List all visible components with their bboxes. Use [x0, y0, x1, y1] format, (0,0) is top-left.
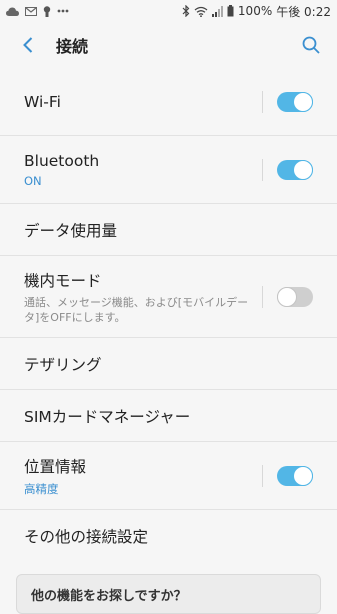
- location-control: [262, 464, 313, 487]
- airplane-texts: 機内モード 通話、メッセージ機能、および[モバイルデータ]をOFFにします。: [24, 269, 254, 325]
- divider: [262, 158, 263, 181]
- wifi-toggle[interactable]: [277, 91, 313, 112]
- bluetooth-status: ON: [24, 173, 42, 188]
- wifi-texts: Wi-Fi: [24, 93, 61, 111]
- cloud-icon: [6, 7, 19, 16]
- tethering-texts: テザリング: [24, 353, 102, 375]
- back-icon[interactable]: [16, 33, 40, 57]
- more-notifications-icon: [57, 9, 69, 13]
- clock: 午後 0:22: [276, 4, 331, 19]
- search-icon[interactable]: [299, 33, 323, 57]
- list-item-airplane-mode[interactable]: 機内モード 通話、メッセージ機能、および[モバイルデータ]をOFFにします。: [0, 256, 337, 338]
- bluetooth-texts: Bluetooth ON: [24, 152, 99, 188]
- list-item-tethering[interactable]: テザリング: [0, 338, 337, 390]
- toggle-knob: [293, 465, 313, 486]
- status-left-icons: [6, 5, 69, 17]
- action-bar: 接続: [0, 22, 337, 68]
- sim-texts: SIMカードマネージャー: [24, 405, 190, 427]
- divider: [262, 464, 263, 487]
- airplane-mode-description: 通話、メッセージ機能、および[モバイルデータ]をOFFにします。: [24, 295, 249, 324]
- page-title: 接続: [56, 37, 89, 56]
- divider: [262, 90, 263, 113]
- airplane-control: [262, 285, 313, 308]
- location-texts: 位置情報 高精度: [24, 455, 86, 497]
- gmail-icon: [25, 6, 37, 16]
- wifi-icon: [194, 6, 208, 17]
- wifi-control: [262, 90, 313, 113]
- location-label: 位置情報: [24, 457, 87, 476]
- toggle-knob: [293, 91, 313, 112]
- card-title: 他の機能をお探しですか？: [31, 589, 187, 604]
- location-toggle[interactable]: [277, 465, 313, 486]
- more-connection-label: その他の接続設定: [24, 528, 149, 546]
- keyhole-icon: [43, 5, 51, 17]
- toggle-knob: [293, 159, 313, 180]
- wifi-label: Wi-Fi: [24, 92, 61, 111]
- status-bar: 100% 午後 0:22: [0, 0, 337, 22]
- data-usage-label: データ使用量: [24, 221, 118, 240]
- settings-list: Wi-Fi Bluetooth ON データ使用量 機内モード 通話、メッセージ…: [0, 68, 337, 562]
- battery-percent: 100%: [237, 4, 273, 18]
- status-right-icons: 100% 午後 0:22: [182, 3, 331, 20]
- more-connection-texts: その他の接続設定: [24, 525, 148, 547]
- airplane-mode-label: 機内モード: [24, 271, 102, 290]
- bluetooth-label: Bluetooth: [24, 151, 100, 170]
- tethering-label: テザリング: [24, 355, 102, 374]
- divider: [262, 285, 263, 308]
- airplane-mode-toggle[interactable]: [277, 286, 313, 307]
- bluetooth-control: [262, 158, 313, 181]
- action-bar-left: 接続: [16, 33, 88, 57]
- list-item-data-usage[interactable]: データ使用量: [0, 204, 337, 256]
- bluetooth-toggle[interactable]: [277, 159, 313, 180]
- list-item-bluetooth[interactable]: Bluetooth ON: [0, 136, 337, 204]
- toggle-knob: [277, 286, 297, 307]
- sim-manager-label: SIMカードマネージャー: [24, 407, 191, 426]
- data-usage-texts: データ使用量: [24, 219, 117, 241]
- list-item-location[interactable]: 位置情報 高精度: [0, 442, 337, 510]
- signal-icon: [211, 5, 223, 17]
- location-mode: 高精度: [24, 481, 59, 496]
- list-item-more-connection[interactable]: その他の接続設定: [0, 510, 337, 562]
- list-item-wifi[interactable]: Wi-Fi: [0, 68, 337, 136]
- battery-icon: [227, 5, 234, 17]
- list-item-sim-manager[interactable]: SIMカードマネージャー: [0, 390, 337, 442]
- bluetooth-icon: [182, 5, 190, 17]
- looking-for-something-card[interactable]: 他の機能をお探しですか？: [16, 574, 321, 614]
